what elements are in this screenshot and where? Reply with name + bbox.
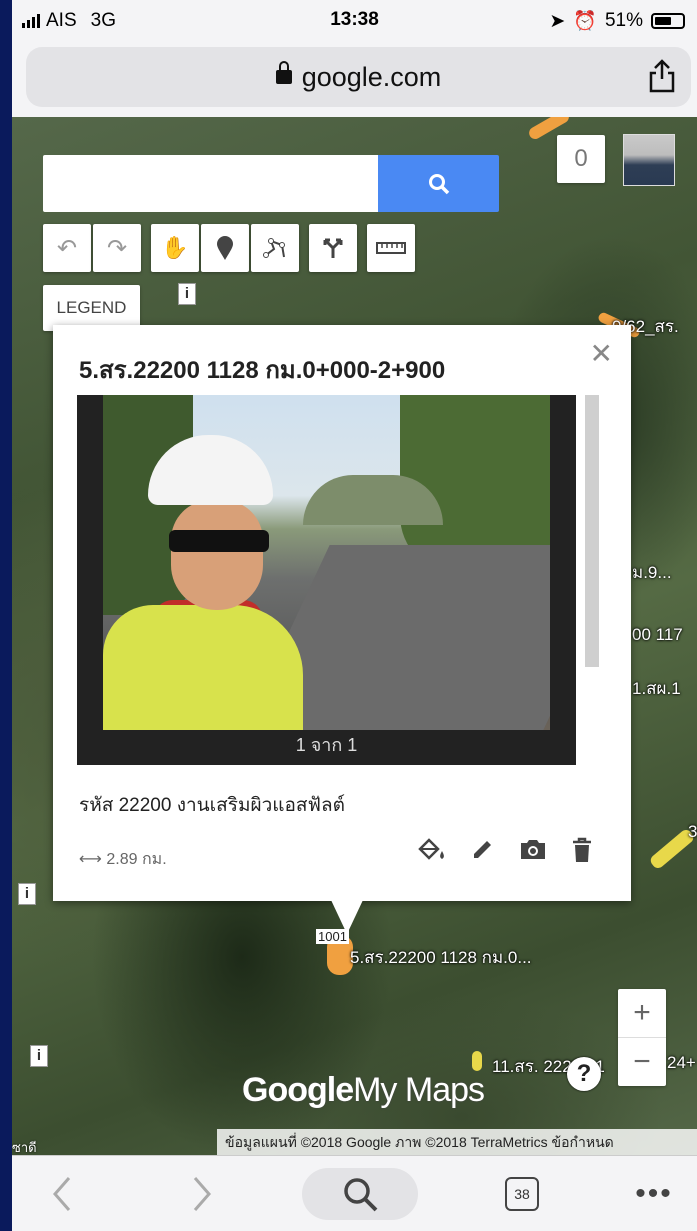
ruler-icon xyxy=(376,242,406,254)
distance-info: ⟷ 2.89 กม. xyxy=(79,847,167,872)
counter-badge[interactable]: 0 xyxy=(557,135,605,183)
pan-hand-button[interactable]: ✋ xyxy=(151,224,199,272)
search-button[interactable] xyxy=(378,155,499,212)
battery-percent: 51% xyxy=(604,10,643,31)
forward-button[interactable] xyxy=(182,1168,222,1220)
info-icon[interactable]: i xyxy=(30,1045,48,1067)
scrollbar[interactable] xyxy=(585,395,599,667)
address-bar[interactable]: google.com xyxy=(26,47,691,107)
close-icon[interactable]: ✕ xyxy=(590,337,613,370)
popup-pointer xyxy=(331,900,363,934)
help-icon[interactable]: ? xyxy=(567,1057,601,1091)
tabs-button[interactable]: 38 xyxy=(500,1168,544,1220)
add-marker-button[interactable] xyxy=(201,224,249,272)
zoom-out-button[interactable]: − xyxy=(618,1038,666,1086)
avatar[interactable] xyxy=(623,134,675,186)
battery-icon xyxy=(651,13,685,29)
url-text: google.com xyxy=(301,62,442,92)
paint-bucket-icon[interactable] xyxy=(417,837,447,863)
status-bar: AIS 3G 13:38 ➤ ⏰ 51% xyxy=(12,0,697,42)
info-icon[interactable]: i xyxy=(18,883,36,905)
alarm-icon: ⏰ xyxy=(573,11,597,32)
directions-button[interactable] xyxy=(309,224,357,272)
search-toolbar-button[interactable] xyxy=(302,1168,418,1220)
map-label[interactable]: ม.9... xyxy=(632,559,672,586)
map-attribution[interactable]: ข้อมูลแผนที่ ©2018 Google ภาพ ©2018 Terr… xyxy=(217,1129,697,1155)
info-popup: 5.สร.22200 1128 กม.0+000-2+900 ✕ 1 จาก 1… xyxy=(53,325,631,934)
measure-button[interactable] xyxy=(367,224,415,272)
zoom-in-button[interactable]: + xyxy=(618,989,666,1038)
search-icon xyxy=(428,173,449,194)
browser-toolbar: 38 ••• xyxy=(12,1155,697,1231)
map-label: ซาดี xyxy=(12,1140,37,1155)
chevron-right-icon xyxy=(193,1177,211,1211)
distance-value: 2.89 กม. xyxy=(106,851,167,868)
feature-description: รหัส 22200 งานเสริมผิวแอสฟัลต์ xyxy=(79,795,345,816)
back-button[interactable] xyxy=(42,1168,82,1220)
more-options-icon[interactable]: ••• xyxy=(624,1168,684,1220)
google-my-maps-logo: GoogleMy Maps xyxy=(242,1071,485,1109)
redo-button[interactable]: ↷ xyxy=(93,224,141,272)
search-icon xyxy=(344,1178,378,1212)
undo-button[interactable]: ↶ xyxy=(43,224,91,272)
feature-photo[interactable] xyxy=(103,395,550,730)
location-icon: ➤ xyxy=(549,10,566,32)
map-label[interactable]: 00 117 xyxy=(632,625,683,645)
trash-icon[interactable] xyxy=(571,837,593,863)
popup-title: 5.สร.22200 1128 กม.0+000-2+900 xyxy=(79,357,446,384)
zoom-control[interactable]: + − xyxy=(618,989,666,1086)
info-icon[interactable]: i xyxy=(178,283,196,305)
map-label[interactable]: 24+ xyxy=(667,1053,696,1073)
edit-pencil-icon[interactable] xyxy=(471,837,495,861)
draw-line-button[interactable] xyxy=(251,224,299,272)
lock-icon xyxy=(275,60,292,84)
map-canvas[interactable]: 0 ↶ ↷ ✋ LEGEND i i i 9/62_สร. ม.9... 00 … xyxy=(12,117,697,1155)
camera-icon[interactable] xyxy=(519,837,547,861)
map-label[interactable]: 3 xyxy=(688,822,697,842)
polyline-icon xyxy=(263,238,285,258)
directions-icon xyxy=(323,238,343,258)
marker-label[interactable]: 5.สร.22200 1128 กม.0... xyxy=(350,944,532,971)
chevron-left-icon xyxy=(53,1177,71,1211)
photo-viewer[interactable]: 1 จาก 1 xyxy=(77,395,576,765)
route-segment[interactable] xyxy=(472,1051,482,1071)
phone-screen: AIS 3G 13:38 ➤ ⏰ 51% google.com 0 ↶ ↷ ✋ … xyxy=(12,0,697,1231)
share-icon[interactable] xyxy=(647,59,677,93)
popup-toolbar xyxy=(417,837,593,863)
pin-icon xyxy=(217,236,233,260)
map-label[interactable]: 1.สผ.1 xyxy=(632,675,681,702)
photo-counter: 1 จาก 1 xyxy=(295,735,358,755)
search-input[interactable] xyxy=(43,155,378,212)
distance-icon: ⟷ xyxy=(79,851,107,868)
tabs-count: 38 xyxy=(505,1177,539,1211)
